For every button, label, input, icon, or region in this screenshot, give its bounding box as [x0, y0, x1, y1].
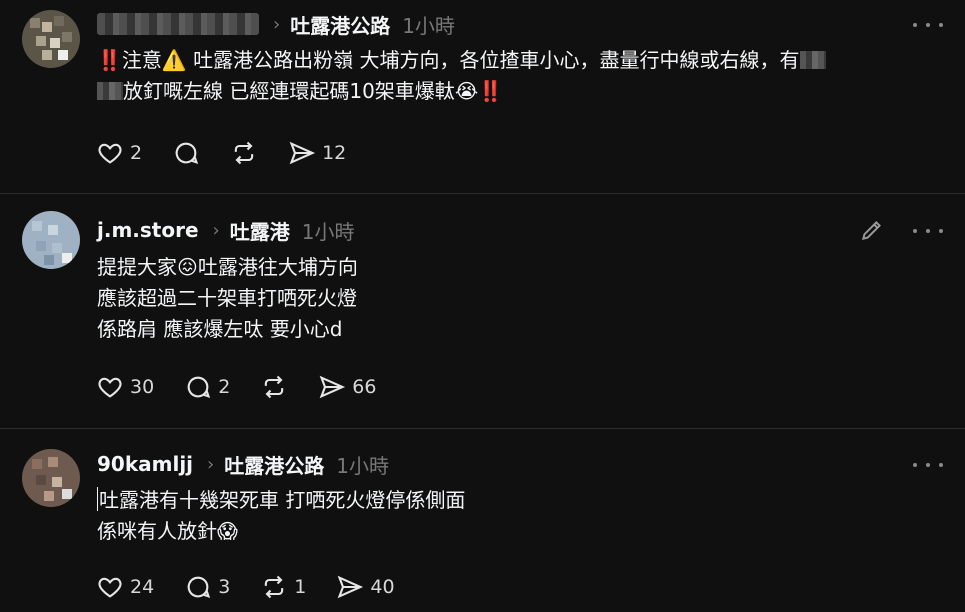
username[interactable]: 90kamljj [97, 452, 193, 476]
repost-button[interactable]: 1 [260, 573, 306, 601]
post-text-line: 提提大家😖吐露港往大埔方向 [97, 255, 358, 279]
post-header: › 吐露港公路 1小時 [97, 9, 455, 39]
repost-button[interactable] [230, 139, 258, 167]
more-options-icon[interactable] [913, 15, 943, 35]
post-header: j.m.store › 吐露港 1小時 [97, 215, 354, 245]
post-1: › 吐露港公路 1小時 ‼️注意⚠️ 吐露港公路出粉嶺 大埔方向，各位揸車小心，… [0, 0, 965, 193]
more-options-icon[interactable] [913, 221, 943, 241]
post-actions: 2 12 [96, 138, 376, 168]
post-time: 1小時 [336, 453, 389, 478]
username[interactable]: j.m.store [97, 218, 199, 242]
post-time: 1小時 [301, 219, 355, 244]
post-body: 提提大家😖吐露港往大埔方向 應該超過二十架車打哂死火燈 係路肩 應該爆左呔 要小心d [97, 252, 935, 345]
chevron-right-icon: › [273, 13, 281, 35]
comment-icon [175, 142, 199, 164]
text-cursor [97, 487, 98, 511]
post-3: 90kamljj › 吐露港公路 1小時 吐露港有十幾架死車 打哂死火燈停係側面… [0, 429, 965, 612]
repost-count: 1 [294, 576, 307, 598]
reply-count: 3 [218, 576, 231, 598]
heart-icon [98, 577, 122, 598]
post-text-line: 係咪有人放針😱 [97, 519, 238, 543]
post-text-line: 吐露港有十幾架死車 打哂死火燈停係側面 [99, 488, 466, 512]
post-actions: 24 3 1 40 [96, 572, 425, 602]
post-header: 90kamljj › 吐露港公路 1小時 [97, 449, 389, 479]
like-button[interactable]: 24 [96, 573, 154, 601]
thread-feed: › 吐露港公路 1小時 ‼️注意⚠️ 吐露港公路出粉嶺 大埔方向，各位揸車小心，… [0, 0, 965, 612]
reply-button[interactable]: 2 [184, 373, 230, 401]
avatar[interactable] [22, 211, 80, 269]
avatar[interactable] [22, 449, 80, 507]
send-icon [338, 575, 364, 599]
reply-button[interactable]: 3 [184, 573, 230, 601]
post-actions: 30 2 66 [96, 372, 406, 402]
repost-icon [265, 575, 284, 599]
more-options-icon[interactable] [913, 455, 943, 475]
like-count: 24 [130, 576, 155, 598]
share-button[interactable]: 66 [318, 373, 376, 401]
post-time: 1小時 [402, 13, 455, 38]
username-blurred[interactable] [97, 13, 259, 35]
post-text-line: ‼️注意⚠️ 吐露港公路出粉嶺 大埔方向，各位揸車小心，盡量行中線或右線，有 [97, 48, 800, 72]
share-count: 66 [352, 376, 377, 398]
heart-icon [98, 143, 122, 164]
topic-link[interactable]: 吐露港 [230, 216, 290, 245]
emoji: 😭‼️ [454, 79, 504, 103]
share-button[interactable]: 40 [336, 573, 395, 601]
topic-link[interactable]: 吐露港公路 [290, 10, 390, 39]
reply-count: 2 [218, 376, 231, 398]
comment-icon [187, 376, 211, 398]
repost-icon [234, 141, 254, 165]
share-count: 40 [370, 576, 395, 598]
chevron-right-icon: › [212, 219, 220, 241]
send-icon [319, 375, 346, 399]
like-button[interactable]: 2 [96, 139, 142, 167]
blurred-text [97, 82, 123, 100]
heart-icon [98, 377, 122, 398]
repost-icon [265, 375, 284, 399]
comment-icon [187, 576, 211, 598]
chevron-right-icon: › [207, 453, 215, 475]
post-text-line: 係路肩 應該爆左呔 要小心d [97, 317, 343, 341]
post-2: j.m.store › 吐露港 1小時 提提大家😖吐露港往大埔方向 應該超過二十架… [0, 194, 965, 428]
post-text-line: 放釘嘅左線 已經連環起碼10架車爆軚 [123, 79, 455, 103]
like-count: 30 [130, 376, 155, 398]
like-button[interactable]: 30 [96, 373, 154, 401]
edit-icon[interactable] [859, 217, 885, 243]
share-button[interactable]: 12 [288, 139, 346, 167]
topic-link[interactable]: 吐露港公路 [224, 450, 324, 479]
post-body: 吐露港有十幾架死車 打哂死火燈停係側面 係咪有人放針😱 [97, 485, 935, 547]
blurred-text [799, 51, 826, 69]
like-count: 2 [130, 142, 143, 164]
share-count: 12 [322, 142, 347, 164]
avatar[interactable] [22, 10, 80, 68]
send-icon [289, 141, 316, 165]
post-text-line: 應該超過二十架車打哂死火燈 [97, 286, 357, 310]
post-body: ‼️注意⚠️ 吐露港公路出粉嶺 大埔方向，各位揸車小心，盡量行中線或右線，有 放… [97, 45, 935, 107]
repost-button[interactable] [260, 373, 288, 401]
reply-button[interactable] [172, 139, 200, 167]
